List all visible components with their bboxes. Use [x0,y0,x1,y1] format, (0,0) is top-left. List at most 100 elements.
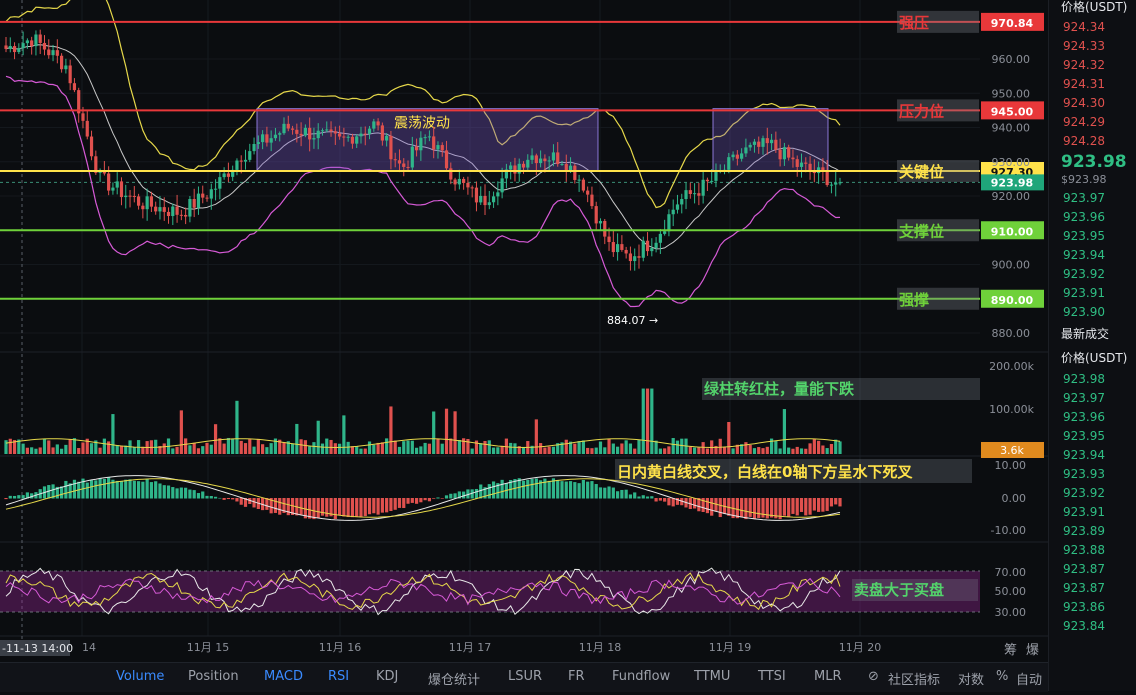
volume-bar [239,440,243,454]
trade-row[interactable]: 923.88 [1049,541,1136,560]
macd-bar [564,481,568,499]
price-chart[interactable]: 震荡波动 强压 970.84压力位 945.00关键位 927.30支撑位 910.00… [0,0,1048,691]
macd-bar [479,484,483,499]
mark-price: $923.98 [1061,173,1107,186]
volume-bar [98,447,102,454]
trade-row[interactable]: 923.92 [1049,484,1136,503]
chart-area[interactable]: 震荡波动 强压 970.84 压力位 945.00 关键位 927.30 支撑位 910.00… [0,0,1048,691]
toolbar-item-position[interactable]: Position [188,669,239,684]
community-icon[interactable]: ⊘ [868,669,879,684]
candle-body [483,195,487,206]
ask-row[interactable]: 924.30 [1049,94,1136,113]
candle-body [265,134,269,143]
ask-row[interactable]: 924.29 [1049,113,1136,132]
corner-toggle-1[interactable]: 爆 [1026,639,1039,658]
candle-body [256,142,260,145]
trade-row[interactable]: 923.87 [1049,560,1136,579]
candle-body [530,155,534,160]
trades-title[interactable]: 最新成交 [1049,322,1136,346]
toolbar-right-1[interactable]: 对数 [958,669,984,688]
volume-bar [479,443,483,454]
candle-body [8,46,12,49]
bid-row[interactable]: 923.91 [1049,284,1136,303]
candle-body [389,135,393,160]
candle-body [226,173,230,177]
toolbar-item-爆仓统计[interactable]: 爆仓统计 [428,669,480,688]
macd-bar [590,481,594,499]
trade-row[interactable]: 923.93 [1049,465,1136,484]
macd-bar [838,498,842,507]
volume-bar [265,447,269,454]
bid-row[interactable]: 923.96 [1049,208,1136,227]
toolbar-right-3[interactable]: 自动 [1016,669,1042,688]
macd-bar [637,496,641,499]
toolbar-right-0[interactable]: 社区指标 [888,669,940,688]
range-box-label: 震荡波动 [394,116,450,132]
volume-bar [620,443,624,454]
trade-row[interactable]: 923.97 [1049,389,1136,408]
ask-row[interactable]: 924.28 [1049,132,1136,151]
ask-row[interactable]: 924.31 [1049,75,1136,94]
candle-body [141,205,145,210]
trade-row[interactable]: 923.94 [1049,446,1136,465]
bid-row[interactable]: 923.92 [1049,265,1136,284]
toolbar-item-fundflow[interactable]: Fundflow [612,669,670,684]
volume-bar [282,442,286,454]
bid-row[interactable]: 923.94 [1049,246,1136,265]
candle-body [590,194,594,207]
bid-row[interactable]: 923.97 [1049,189,1136,208]
candle-body [85,120,89,137]
trade-row[interactable]: 923.91 [1049,503,1136,522]
trade-row[interactable]: 923.95 [1049,427,1136,446]
trade-row[interactable]: 923.98 [1049,370,1136,389]
ask-row[interactable]: 924.34 [1049,18,1136,37]
macd-bar [581,479,585,499]
candle-body [72,83,77,91]
candle-body [560,164,564,166]
bid-row[interactable]: 923.90 [1049,303,1136,322]
macd-bar [192,490,196,499]
candle-body [654,242,658,249]
toolbar-item-mlr[interactable]: MLR [814,669,842,684]
candle-body [444,150,449,169]
trade-row[interactable]: 923.87 [1049,579,1136,598]
corner-toggle-0[interactable]: 筹 [1004,639,1017,658]
toolbar-item-ttsi[interactable]: TTSI [758,669,786,684]
toolbar-item-volume[interactable]: Volume [116,669,164,684]
trade-row[interactable]: 923.84 [1049,617,1136,636]
volume-bar [500,445,504,454]
volume-bar [205,442,209,454]
trade-row[interactable]: 923.96 [1049,408,1136,427]
volume-bar [633,448,637,454]
toolbar-item-ttmu[interactable]: TTMU [694,669,730,684]
candle-body [765,138,769,144]
candle-body [466,182,470,188]
macd-bar [791,498,795,514]
candle-body [782,147,786,160]
trade-row[interactable]: 923.89 [1049,522,1136,541]
ask-row[interactable]: 924.33 [1049,37,1136,56]
bid-row[interactable]: 923.95 [1049,227,1136,246]
volume-bar [406,440,410,454]
toolbar-item-fr[interactable]: FR [568,669,585,684]
macd-bar [568,481,573,499]
candle-body [60,55,64,70]
toolbar-item-rsi[interactable]: RSI [328,669,349,684]
toolbar-item-macd[interactable]: MACD [264,669,303,684]
candle-body [222,173,226,178]
candle-body [350,136,355,144]
ask-row[interactable]: 924.32 [1049,56,1136,75]
price-tick: 880.00 [992,327,1031,340]
macd-tick: 10.00 [995,459,1027,472]
volume-bar [77,448,81,454]
toolbar-item-lsur[interactable]: LSUR [508,669,542,684]
toolbar-right-2[interactable]: % [996,669,1008,684]
macd-bar [393,498,397,510]
macd-bar [60,486,64,499]
toolbar-item-kdj[interactable]: KDJ [376,669,398,684]
candle-body [196,193,201,208]
volume-bar [496,447,500,454]
trade-row[interactable]: 923.86 [1049,598,1136,617]
volume-bar [25,447,29,454]
candle-body [761,138,765,147]
